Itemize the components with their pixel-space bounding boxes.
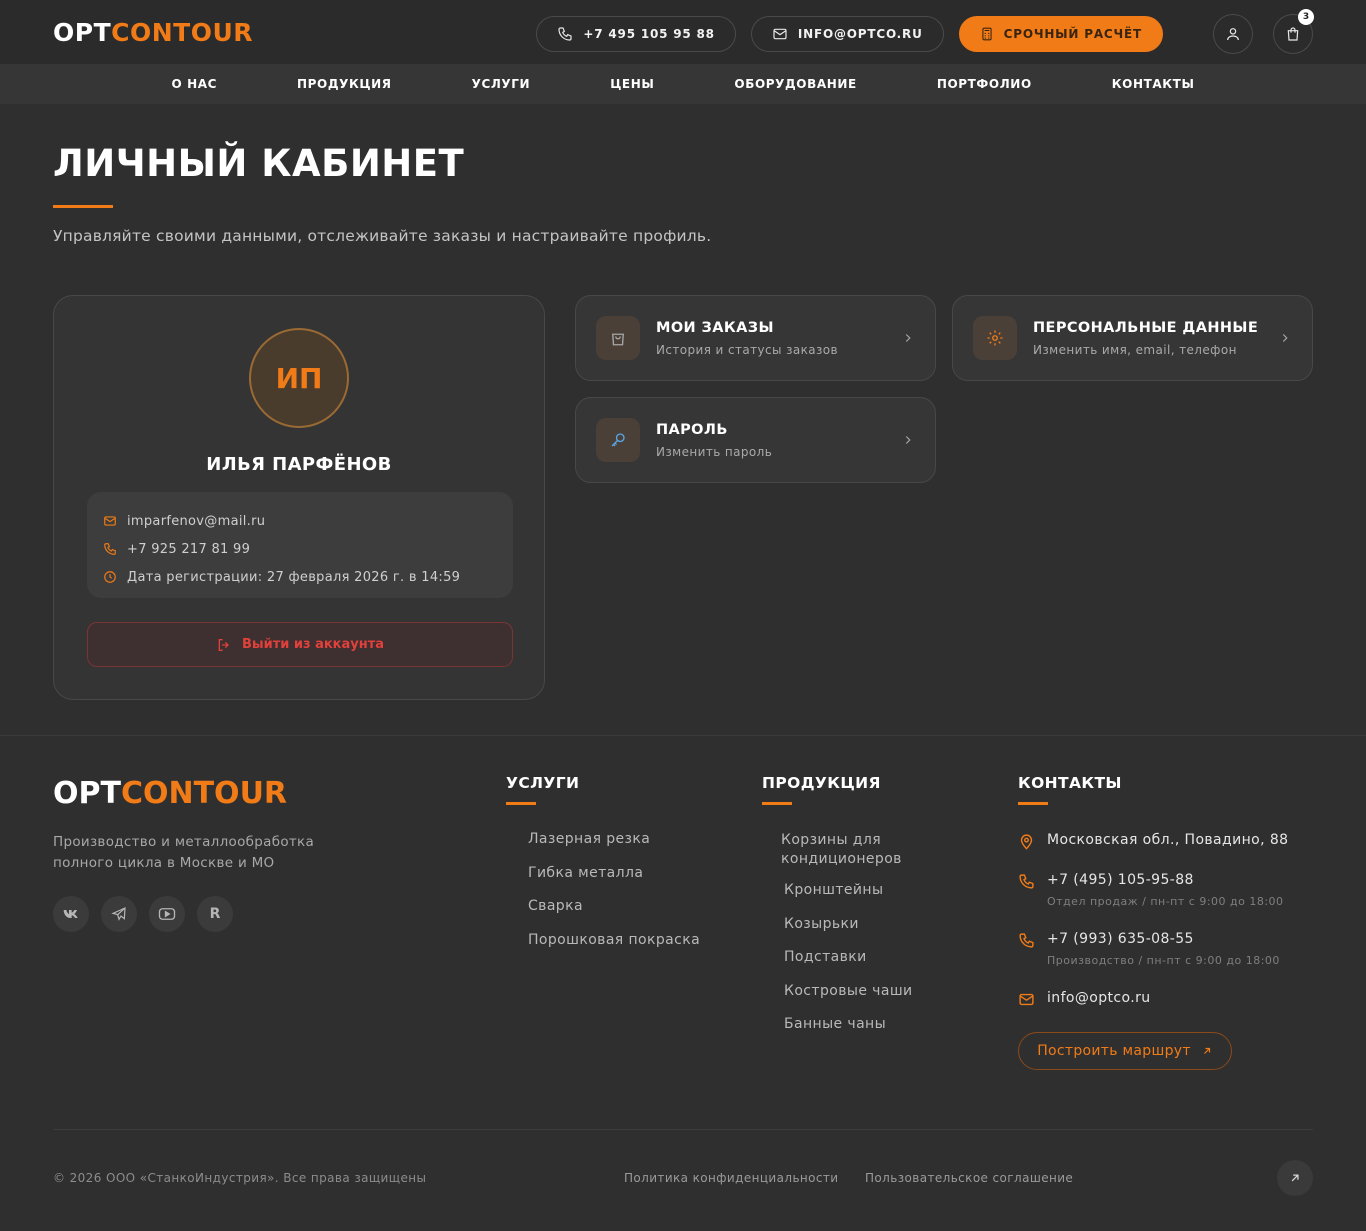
action-text: МОИ ЗАКАЗЫ История и статусы заказов bbox=[656, 319, 839, 357]
footer-link-ac-baskets[interactable]: Корзины для кондиционеров bbox=[762, 831, 902, 882]
action-text: ПАРОЛЬ Изменить пароль bbox=[656, 421, 773, 459]
chevron-right-icon bbox=[1282, 334, 1288, 342]
logout-button[interactable]: Выйти из аккаунта bbox=[87, 622, 513, 667]
urgent-calc-button[interactable]: СРОЧНЫЙ РАСЧЁТ bbox=[958, 16, 1163, 52]
personal-data-card[interactable]: ПЕРСОНАЛЬНЫЕ ДАННЫЕ Изменить имя, email,… bbox=[952, 295, 1313, 381]
shopping-bag-icon bbox=[1287, 27, 1299, 41]
action-text: ПЕРСОНАЛЬНЫЕ ДАННЫЕ Изменить имя, email,… bbox=[1033, 319, 1259, 357]
nav-products[interactable]: ПРОДУКЦИЯ bbox=[297, 77, 392, 91]
user-info-box: imparfenov@mail.ru +7 925 217 81 99 Дата… bbox=[87, 492, 513, 598]
site-header: OPTCONTOUR +7 495 105 95 88 INFO@OPTCO.R… bbox=[0, 0, 1366, 104]
copyright: © 2026 ООО «СтанкоИндустрия». Все права … bbox=[53, 1171, 427, 1185]
header-actions: +7 495 105 95 88 INFO@OPTCO.RU СРОЧНЫЙ Р… bbox=[536, 9, 1314, 54]
services-list: Лазерная резка Гибка металла Сварка Поро… bbox=[506, 831, 700, 965]
cart-button[interactable]: 3 bbox=[1273, 9, 1314, 54]
footer-link-brackets[interactable]: Кронштейны bbox=[762, 882, 913, 916]
footer-email[interactable]: info@optco.ru bbox=[1018, 990, 1151, 1008]
main-nav: О НАС ПРОДУКЦИЯ УСЛУГИ ЦЕНЫ ОБОРУДОВАНИЕ… bbox=[0, 64, 1366, 104]
phone-icon bbox=[558, 27, 573, 41]
chevron-right-icon bbox=[905, 334, 911, 342]
footer-address: Московская обл., Повадино, 88 bbox=[1018, 832, 1288, 850]
user-email-row: imparfenov@mail.ru bbox=[103, 507, 497, 535]
mail-icon bbox=[104, 516, 116, 526]
site-footer: OPTCONTOUR Производство и металлообработ… bbox=[0, 735, 1366, 1231]
footer-phone-sales[interactable]: +7 (495) 105-95-88 Отдел продаж / пн-пт … bbox=[1018, 872, 1284, 908]
logout-icon bbox=[218, 638, 229, 651]
top-bar: OPTCONTOUR +7 495 105 95 88 INFO@OPTCO.R… bbox=[0, 0, 1366, 64]
user-icon bbox=[1227, 28, 1239, 41]
privacy-policy-link[interactable]: Политика конфиденциальности bbox=[624, 1171, 839, 1185]
footer-link-powder[interactable]: Порошковая покраска bbox=[528, 932, 700, 966]
avatar: ИП bbox=[249, 328, 349, 428]
location-pin-icon bbox=[1020, 834, 1033, 850]
action-icon-box bbox=[596, 418, 640, 462]
chevron-right-icon bbox=[905, 436, 911, 444]
mail-icon bbox=[1019, 993, 1034, 1006]
email-button[interactable]: INFO@OPTCO.RU bbox=[750, 16, 944, 52]
footer-logo[interactable]: OPTCONTOUR bbox=[53, 776, 287, 811]
arrow-up-right-icon bbox=[1203, 1047, 1210, 1054]
phone-icon bbox=[1019, 874, 1034, 889]
user-phone-row: +7 925 217 81 99 bbox=[103, 535, 497, 563]
action-icon-box bbox=[973, 316, 1017, 360]
nav-prices[interactable]: ЦЕНЫ bbox=[610, 77, 654, 91]
shopping-bag-icon bbox=[612, 333, 624, 346]
action-icon-box bbox=[596, 316, 640, 360]
phone-button[interactable]: +7 495 105 95 88 bbox=[536, 16, 736, 52]
footer-description: Производство и металлообработка полного … bbox=[53, 834, 315, 871]
user-agreement-link[interactable]: Пользовательское соглашение bbox=[865, 1171, 1073, 1185]
rutube-icon[interactable]: R bbox=[197, 896, 233, 932]
page-subtitle: Управляйте своими данными, отслеживайте … bbox=[53, 227, 712, 245]
gear-icon bbox=[987, 330, 1003, 346]
key-icon bbox=[611, 433, 625, 447]
vk-icon[interactable] bbox=[53, 896, 89, 932]
logo[interactable]: OPTCONTOUR bbox=[53, 18, 253, 47]
footer-link-canopies[interactable]: Козырьки bbox=[762, 916, 913, 950]
profile-card: ИП ИЛЬЯ ПАРФЁНОВ imparfenov@mail.ru +7 9… bbox=[53, 295, 545, 700]
footer-link-laser[interactable]: Лазерная резка bbox=[528, 831, 700, 865]
phone-icon bbox=[104, 543, 116, 555]
footer-link-bath-vats[interactable]: Банные чаны bbox=[762, 1016, 913, 1050]
nav-services[interactable]: УСЛУГИ bbox=[472, 77, 531, 91]
footer-products: ПРОДУКЦИЯ Корзины для кондиционеров Крон… bbox=[762, 774, 913, 1050]
build-route-button[interactable]: Построить маршрут bbox=[1018, 1032, 1232, 1070]
cart-count-badge: 3 bbox=[1298, 9, 1314, 25]
phone-icon bbox=[1019, 933, 1034, 948]
telegram-icon[interactable] bbox=[101, 896, 137, 932]
footer-link-welding[interactable]: Сварка bbox=[528, 898, 700, 932]
footer-heading-underline bbox=[1018, 802, 1048, 805]
clock-icon bbox=[104, 571, 116, 583]
footer-link-stands[interactable]: Подставки bbox=[762, 949, 913, 983]
my-orders-card[interactable]: МОИ ЗАКАЗЫ История и статусы заказов bbox=[575, 295, 936, 381]
nav-equipment[interactable]: ОБОРУДОВАНИЕ bbox=[734, 77, 856, 91]
account-main: ЛИЧНЫЙ КАБИНЕТ Управляйте своими данными… bbox=[0, 104, 1366, 736]
title-underline bbox=[53, 205, 113, 208]
page-title: ЛИЧНЫЙ КАБИНЕТ bbox=[53, 142, 465, 185]
footer-link-bending[interactable]: Гибка металла bbox=[528, 865, 700, 899]
footer-heading-underline bbox=[762, 802, 792, 805]
profile-button[interactable] bbox=[1213, 14, 1253, 54]
products-list: Корзины для кондиционеров Кронштейны Коз… bbox=[762, 831, 913, 1050]
social-links: R bbox=[53, 896, 245, 932]
youtube-icon[interactable] bbox=[149, 896, 185, 932]
footer-services: УСЛУГИ Лазерная резка Гибка металла Свар… bbox=[506, 774, 700, 965]
arrow-up-right-icon bbox=[1291, 1174, 1299, 1182]
footer-divider bbox=[53, 1129, 1313, 1130]
scroll-top-button[interactable] bbox=[1277, 1160, 1313, 1196]
nav-portfolio[interactable]: ПОРТФОЛИО bbox=[937, 77, 1032, 91]
calculator-icon bbox=[982, 27, 992, 41]
footer-contacts: КОНТАКТЫ bbox=[1018, 774, 1122, 805]
footer-phone-production[interactable]: +7 (993) 635-08-55 Производство / пн-пт … bbox=[1018, 931, 1280, 967]
nav-contacts[interactable]: КОНТАКТЫ bbox=[1112, 77, 1195, 91]
user-registered-row: Дата регистрации: 27 февраля 2026 г. в 1… bbox=[103, 563, 497, 591]
password-card[interactable]: ПАРОЛЬ Изменить пароль bbox=[575, 397, 936, 483]
footer-link-fire-bowls[interactable]: Костровые чаши bbox=[762, 983, 913, 1017]
mail-icon bbox=[773, 28, 787, 40]
user-name: ИЛЬЯ ПАРФЁНОВ bbox=[206, 454, 392, 475]
nav-about[interactable]: О НАС bbox=[171, 77, 217, 91]
footer-heading-underline bbox=[506, 802, 536, 805]
